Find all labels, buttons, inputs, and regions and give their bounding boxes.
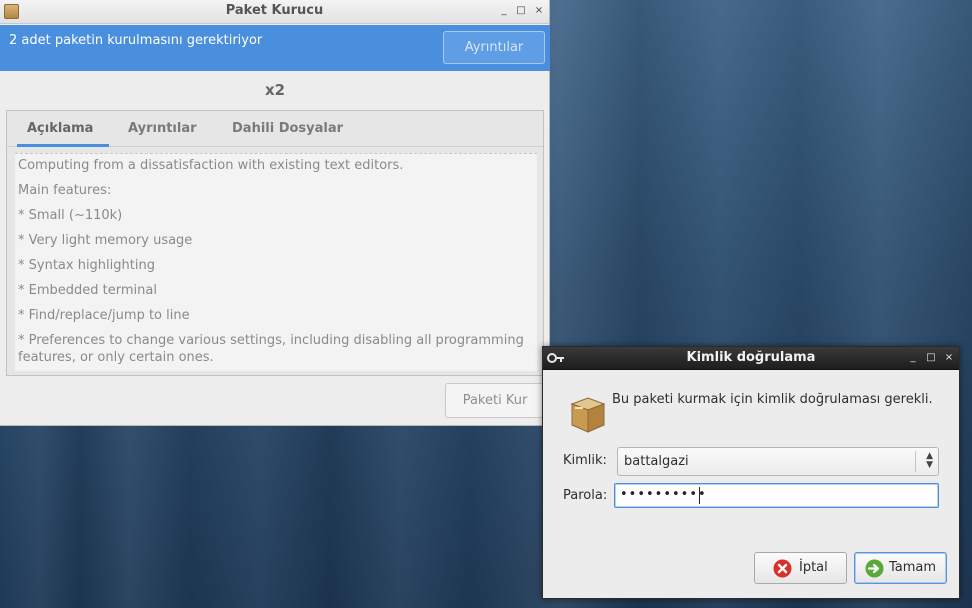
authentication-dialog: Kimlik doğrulama _ □ × Bu paketi kurmak … (542, 346, 960, 599)
ok-arrow-icon (865, 559, 884, 578)
info-notebook: Açıklama Ayrıntılar Dahili Dosyalar Comp… (6, 110, 544, 376)
active-tab-indicator (17, 144, 109, 147)
tab-description[interactable]: Açıklama (27, 121, 93, 136)
description-line: * Preferences to change various settings… (18, 333, 524, 365)
cancel-icon (773, 559, 792, 578)
cancel-button[interactable]: İptal (754, 552, 847, 584)
package-installer-window: Paket Kurucu _ □ × 2 adet paketin kurulm… (0, 0, 550, 426)
description-line: Computing from a dissatisfaction with ex… (18, 158, 404, 173)
maximize-button[interactable]: □ (924, 351, 938, 365)
description-line: * Very light memory usage (18, 233, 193, 248)
ok-label: Tamam (889, 560, 937, 575)
info-message: 2 adet paketin kurulmasını gerektiriyor (9, 33, 263, 48)
package-name: x2 (264, 81, 286, 99)
tab-included-files[interactable]: Dahili Dosyalar (232, 121, 343, 136)
description-text: Computing from a dissatisfaction with ex… (15, 153, 537, 371)
description-line: Main features: (18, 183, 112, 198)
auth-title: Kimlik doğrulama (686, 350, 816, 365)
maximize-button[interactable]: □ (514, 4, 528, 18)
close-button[interactable]: × (532, 4, 546, 18)
package-box-icon (570, 397, 606, 433)
info-bar: 2 adet paketin kurulmasını gerektiriyor … (0, 25, 550, 71)
description-line: * Find/replace/jump to line (18, 308, 190, 323)
password-value: •••••••••• (620, 487, 707, 502)
tab-details[interactable]: Ayrıntılar (128, 121, 197, 136)
identity-label: Kimlik: (563, 453, 607, 468)
cancel-label: İptal (799, 560, 828, 575)
close-button[interactable]: × (942, 351, 956, 365)
identity-value: battalgazi (624, 454, 689, 469)
updown-arrows-icon: ▲ ▼ (926, 451, 933, 470)
identity-select[interactable]: battalgazi ▲ ▼ (617, 447, 939, 476)
auth-message: Bu paketi kurmak için kimlik doğrulaması… (612, 392, 933, 407)
tab-strip: Açıklama Ayrıntılar Dahili Dosyalar (7, 111, 543, 147)
details-button[interactable]: Ayrıntılar (443, 31, 545, 64)
installer-titlebar[interactable]: Paket Kurucu _ □ × (0, 0, 549, 24)
password-input[interactable]: •••••••••• (614, 483, 939, 508)
password-label: Parola: (563, 488, 608, 503)
select-divider (915, 451, 916, 472)
installer-title: Paket Kurucu (225, 3, 324, 18)
minimize-button[interactable]: _ (906, 351, 920, 365)
ok-button[interactable]: Tamam (854, 552, 947, 584)
description-line: * Embedded terminal (18, 283, 157, 298)
minimize-button[interactable]: _ (497, 4, 511, 18)
text-caret (699, 487, 700, 504)
auth-titlebar[interactable]: Kimlik doğrulama _ □ × (543, 347, 959, 370)
description-line: * Syntax highlighting (18, 258, 155, 273)
install-package-button[interactable]: Paketi Kur (445, 383, 545, 418)
description-line: * Small (~110k) (18, 208, 123, 223)
